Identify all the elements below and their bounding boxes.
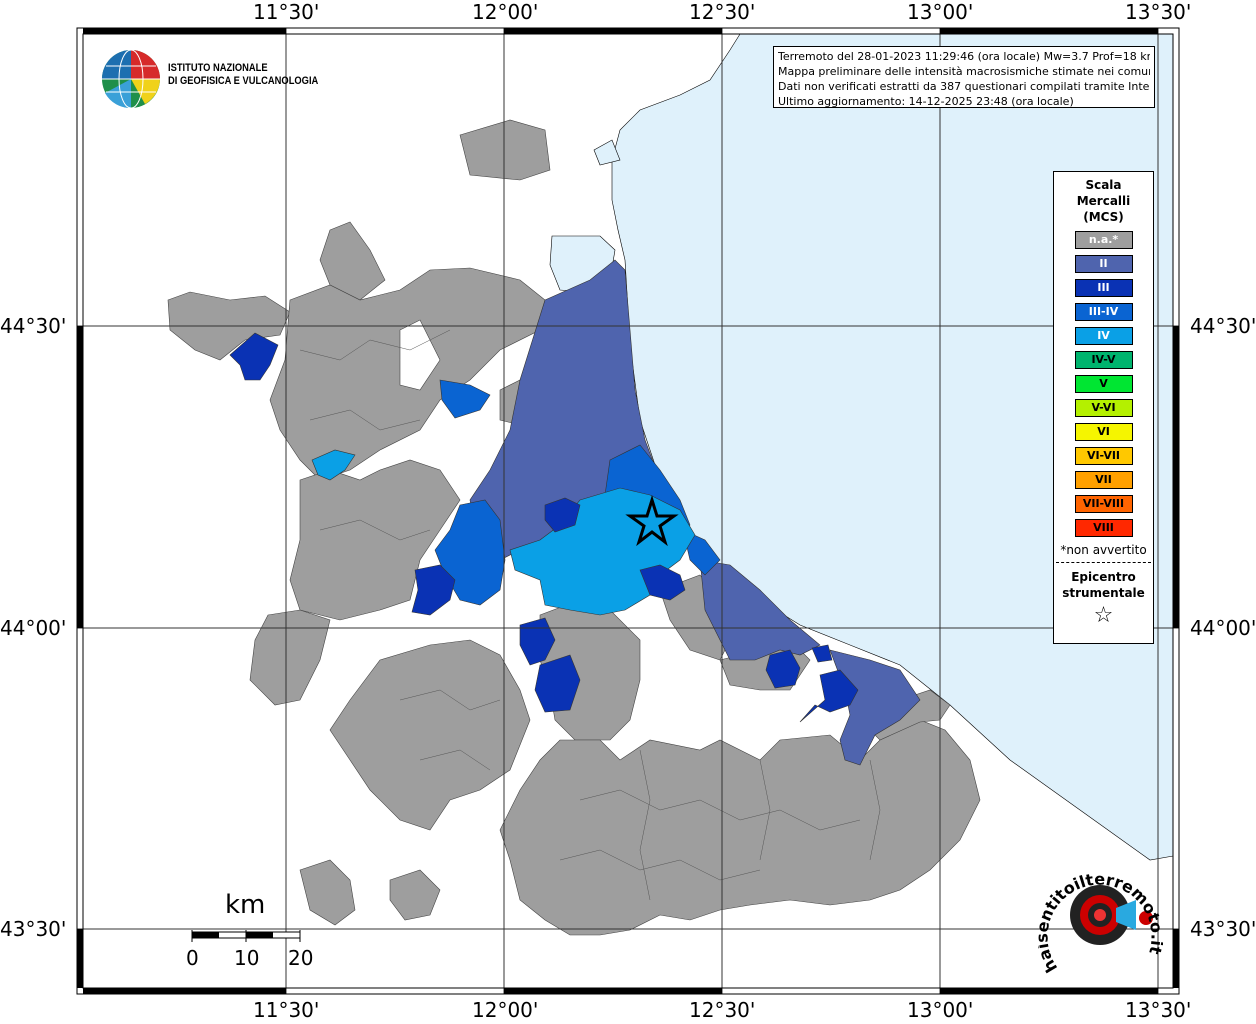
- lon-label-top: 12°00': [472, 0, 539, 24]
- lat-label-left: 44°30': [0, 314, 67, 338]
- lat-label-right: 43°30': [1190, 917, 1256, 941]
- lon-label-bottom: 12°00': [472, 998, 539, 1022]
- lon-label-top: 13°00': [907, 0, 974, 24]
- scale-bar-graphic: [191, 930, 301, 942]
- lon-label-top: 13°30': [1125, 0, 1192, 24]
- lon-label-top: 12°30': [689, 0, 756, 24]
- legend-swatch-iiiiv: III-IV: [1074, 303, 1133, 321]
- legend-swatch-ii: II: [1074, 255, 1133, 273]
- scale-tick-label: 0: [186, 946, 199, 970]
- legend-swatches: n.a.* II III III-IV IV IV-V V V-VI VI VI-VII VII VI…: [1054, 231, 1153, 537]
- event-info-line: Terremoto del 28-01-2023 11:29:46 (ora l…: [778, 50, 1150, 63]
- ingv-globe-logo: [102, 49, 160, 109]
- lon-label-bottom: 13°00': [907, 998, 974, 1022]
- event-info-line: Dati non verificati estratti da 387 ques…: [778, 80, 1150, 93]
- lat-label-right: 44°30': [1190, 314, 1256, 338]
- epicenter-star-icon: ☆: [1093, 603, 1114, 628]
- legend-swatch-vi: VI: [1074, 423, 1133, 441]
- legend-swatch-viii: VIII: [1074, 519, 1133, 537]
- scale-tick-label: 20: [288, 946, 314, 970]
- legend-swatch-iii: III: [1074, 279, 1133, 297]
- legend-note: *non avvertito: [1060, 543, 1147, 557]
- haisentito-badge: haisentitoilterremoto.it: [1038, 870, 1163, 976]
- legend-swatch-vii: VII: [1074, 471, 1133, 489]
- lon-label-bottom: 11°30': [253, 998, 320, 1022]
- legend-swatch-na: n.a.*: [1074, 231, 1133, 249]
- lat-label-left: 43°30': [0, 917, 67, 941]
- lon-label-bottom: 13°30': [1125, 998, 1192, 1022]
- legend-swatch-vivii: VI-VII: [1074, 447, 1133, 465]
- lon-label-top: 11°30': [253, 0, 320, 24]
- event-info-line: Mappa preliminare delle intensità macros…: [778, 65, 1150, 78]
- ingv-logo-text: ISTITUTO NAZIONALE DI GEOFISICA E VULCAN…: [168, 62, 319, 87]
- legend-epicenter-label: Epicentro strumentale: [1062, 570, 1145, 600]
- scale-unit: km: [225, 890, 266, 920]
- mcs-legend: Scala Mercalli (MCS) n.a.* II III III-IV IV I…: [1053, 171, 1154, 644]
- legend-swatch-ivv: IV-V: [1074, 351, 1133, 369]
- lat-label-right: 44°00': [1190, 616, 1256, 640]
- legend-swatch-v: V: [1074, 375, 1133, 393]
- legend-divider: [1056, 562, 1151, 563]
- lon-label-bottom: 12°30': [689, 998, 756, 1022]
- legend-title: Scala Mercalli (MCS): [1076, 178, 1131, 224]
- scale-tick-label: 10: [234, 946, 260, 970]
- legend-swatch-vvi: V-VI: [1074, 399, 1133, 417]
- legend-swatch-iv: IV: [1074, 327, 1133, 345]
- legend-swatch-viiviii: VII-VIII: [1074, 495, 1133, 513]
- event-info-box: Terremoto del 28-01-2023 11:29:46 (ora l…: [773, 46, 1155, 108]
- event-info-line: Ultimo aggiornamento: 14-12-2025 23:48 (…: [778, 95, 1074, 108]
- lat-label-left: 44°00': [0, 616, 67, 640]
